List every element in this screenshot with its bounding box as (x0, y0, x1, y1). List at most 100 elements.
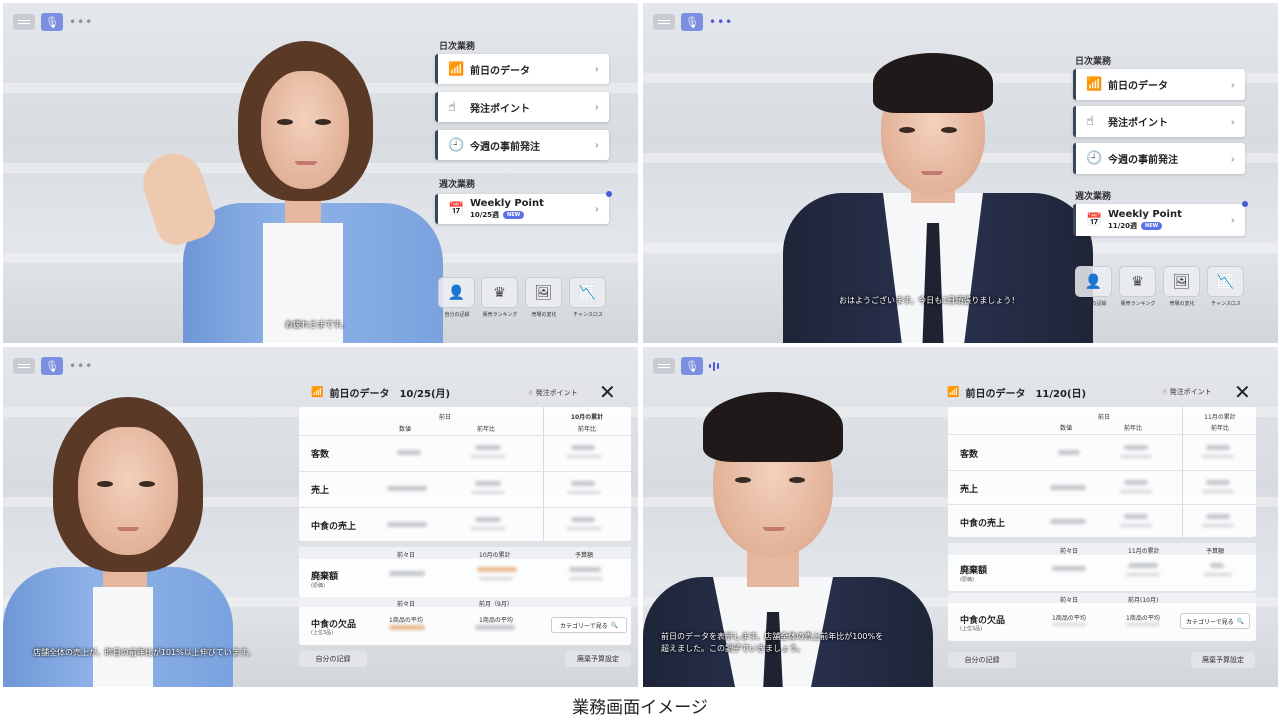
bar-chart-icon: 📶 (448, 61, 465, 77)
menu-prev-day-data[interactable]: 📶 前日のデータ › (1073, 69, 1245, 100)
chevron-right-icon: › (594, 138, 599, 152)
menu-prev-day-data[interactable]: 📶 前日のデータ › (435, 54, 609, 84)
chance-loss-button[interactable]: 📉 (1207, 266, 1244, 297)
hidden-value (387, 486, 427, 491)
hidden-value (1128, 563, 1158, 568)
my-record-button[interactable]: 👤 (438, 277, 475, 308)
weekly-section-title: 週次業務 (1075, 192, 1112, 202)
hidden-value (397, 450, 421, 455)
sales-ranking-button[interactable]: ♛ (1119, 266, 1156, 297)
avatar-speech: 前日のデータを表示します。店舗全体の売上前年比が100%を 超えました。この調子… (661, 632, 884, 653)
bottom-label: チャンスロス (1211, 301, 1241, 307)
store-change-button[interactable]: 🖼 (525, 277, 562, 308)
chevron-right-icon: › (1230, 115, 1235, 128)
hidden-value (1124, 445, 1148, 450)
close-icon[interactable]: ✕ (599, 382, 616, 402)
avatar-female (135, 33, 463, 343)
hidden-value (567, 527, 601, 530)
daily-section-title: 日次業務 (1075, 57, 1112, 67)
hidden-value (567, 491, 601, 494)
bottom-label: チャンスロス (573, 312, 603, 318)
my-record-button[interactable]: 👤 (1075, 266, 1112, 297)
caption: 業務画面イメージ (572, 698, 708, 718)
keyboard-icon[interactable] (653, 14, 675, 30)
menu-weekly-preorder[interactable]: 🕘 今週の事前発注 › (1073, 143, 1245, 174)
store-change-button[interactable]: 🖼 (1163, 266, 1200, 297)
hidden-value (1206, 480, 1230, 485)
menu-weekly-point[interactable]: 📅 Weekly Point 10/25週 NEW › (435, 191, 612, 224)
voice-wave-icon (709, 361, 719, 371)
more-icon[interactable]: ••• (709, 15, 733, 29)
new-badge: NEW (503, 211, 525, 219)
avatar-speech: お疲れさまです。 (285, 320, 349, 329)
microphone-icon[interactable]: 🎙 (681, 357, 703, 375)
hidden-value (1058, 450, 1080, 455)
microphone-icon[interactable]: 🎙 (681, 13, 703, 31)
new-badge: NEW (1141, 222, 1163, 230)
my-record-button[interactable]: 自分の記録 (948, 652, 1016, 668)
waste-budget-button[interactable]: 廃棄予算設定 (565, 651, 631, 667)
hidden-value (1124, 480, 1148, 485)
panel-data-male: 🎙 📶 前日のデータ 11/20(日) ☝ 発注ポイント ✕ 前日 11月の累計 … (643, 347, 1278, 687)
hand-point-icon: ☝ (528, 389, 533, 397)
calendar-icon: 📅 (448, 201, 465, 217)
hidden-value (569, 567, 601, 572)
hidden-value (471, 491, 505, 494)
sales-ranking-button[interactable]: ♛ (481, 277, 518, 308)
hidden-value (1126, 573, 1160, 576)
hidden-value (1202, 490, 1234, 493)
data-header: 📶 前日のデータ 11/20(日) (947, 385, 1086, 400)
row-label: 中食の売上 (311, 522, 357, 532)
notification-dot (1242, 201, 1248, 207)
missing-table: 前々日 前月（9月） 中食の欠品 (上位3品) 1商品の平均 1商品の平均 カテ… (299, 597, 631, 645)
toolbar: 🎙 ••• (13, 13, 93, 31)
order-point-button[interactable]: ☝ 発注ポイント (515, 385, 591, 401)
calendar-icon: 📅 (1086, 212, 1103, 228)
hidden-value (1126, 623, 1160, 626)
hidden-value (1206, 514, 1230, 519)
waste-table: 前々日 10月の累計 予算額 廃棄額 (原価) (299, 547, 631, 597)
more-icon[interactable]: ••• (69, 15, 93, 29)
microphone-icon[interactable]: 🎙 (41, 13, 63, 31)
bottom-label: 自分の記録 (1081, 301, 1107, 307)
toolbar: 🎙 ••• (653, 13, 733, 31)
hidden-value (1204, 573, 1232, 576)
avatar-speech: おはようございます。今日も1日頑張りましょう！ (839, 296, 1020, 305)
chevron-right-icon: › (594, 202, 599, 216)
bottom-label: 売場の変化 (531, 312, 557, 318)
order-point-button[interactable]: ☝ 発注ポイント (1149, 384, 1225, 400)
hidden-value (1120, 490, 1152, 493)
hidden-value (475, 517, 501, 522)
close-icon[interactable]: ✕ (1234, 382, 1251, 402)
search-icon: 🔍 (1236, 617, 1245, 625)
panel-home-female: 🎙 ••• 日次業務 📶 前日のデータ › ☝ 発注ポイント › 🕘 今週の事前発注 › 週… (3, 3, 638, 343)
search-icon: 🔍 (610, 621, 619, 629)
hidden-value (475, 445, 501, 450)
hidden-value (1124, 514, 1148, 519)
my-record-button[interactable]: 自分の記録 (299, 651, 367, 667)
image-icon: 🖼 (534, 284, 553, 301)
chevron-right-icon: › (1230, 78, 1235, 91)
keyboard-icon[interactable] (653, 358, 675, 374)
clock-icon: 🕘 (448, 137, 465, 153)
hidden-value (477, 567, 517, 572)
avatar-female (3, 367, 303, 687)
menu-order-point[interactable]: ☝ 発注ポイント › (1073, 106, 1245, 137)
crown-icon: ♛ (493, 284, 506, 301)
bottom-label: 販売ランキング (482, 312, 518, 318)
category-view-button[interactable]: カテゴリーで見る 🔍 (551, 617, 627, 633)
keyboard-icon[interactable] (13, 14, 35, 30)
menu-order-point[interactable]: ☝ 発注ポイント › (435, 92, 609, 122)
image-icon: 🖼 (1172, 273, 1191, 290)
row-label: 客数 (960, 450, 979, 460)
waste-budget-button[interactable]: 廃棄予算設定 (1191, 652, 1255, 668)
hidden-value (567, 455, 601, 458)
chance-loss-icon: 📉 (1216, 273, 1235, 290)
chance-loss-button[interactable]: 📉 (569, 277, 606, 308)
menu-weekly-point[interactable]: 📅 Weekly Point 11/20週 NEW › (1073, 201, 1248, 236)
category-view-button[interactable]: カテゴリーで見る 🔍 (1180, 613, 1250, 629)
bottom-label: 販売ランキング (1120, 301, 1156, 307)
person-record-icon: 👤 (447, 284, 466, 301)
missing-table: 前々日 前月(10月) 中食の欠品 (上位3品) 1商品の平均 1商品の平均 カ… (948, 593, 1256, 641)
menu-weekly-preorder[interactable]: 🕘 今週の事前発注 › (435, 130, 609, 160)
